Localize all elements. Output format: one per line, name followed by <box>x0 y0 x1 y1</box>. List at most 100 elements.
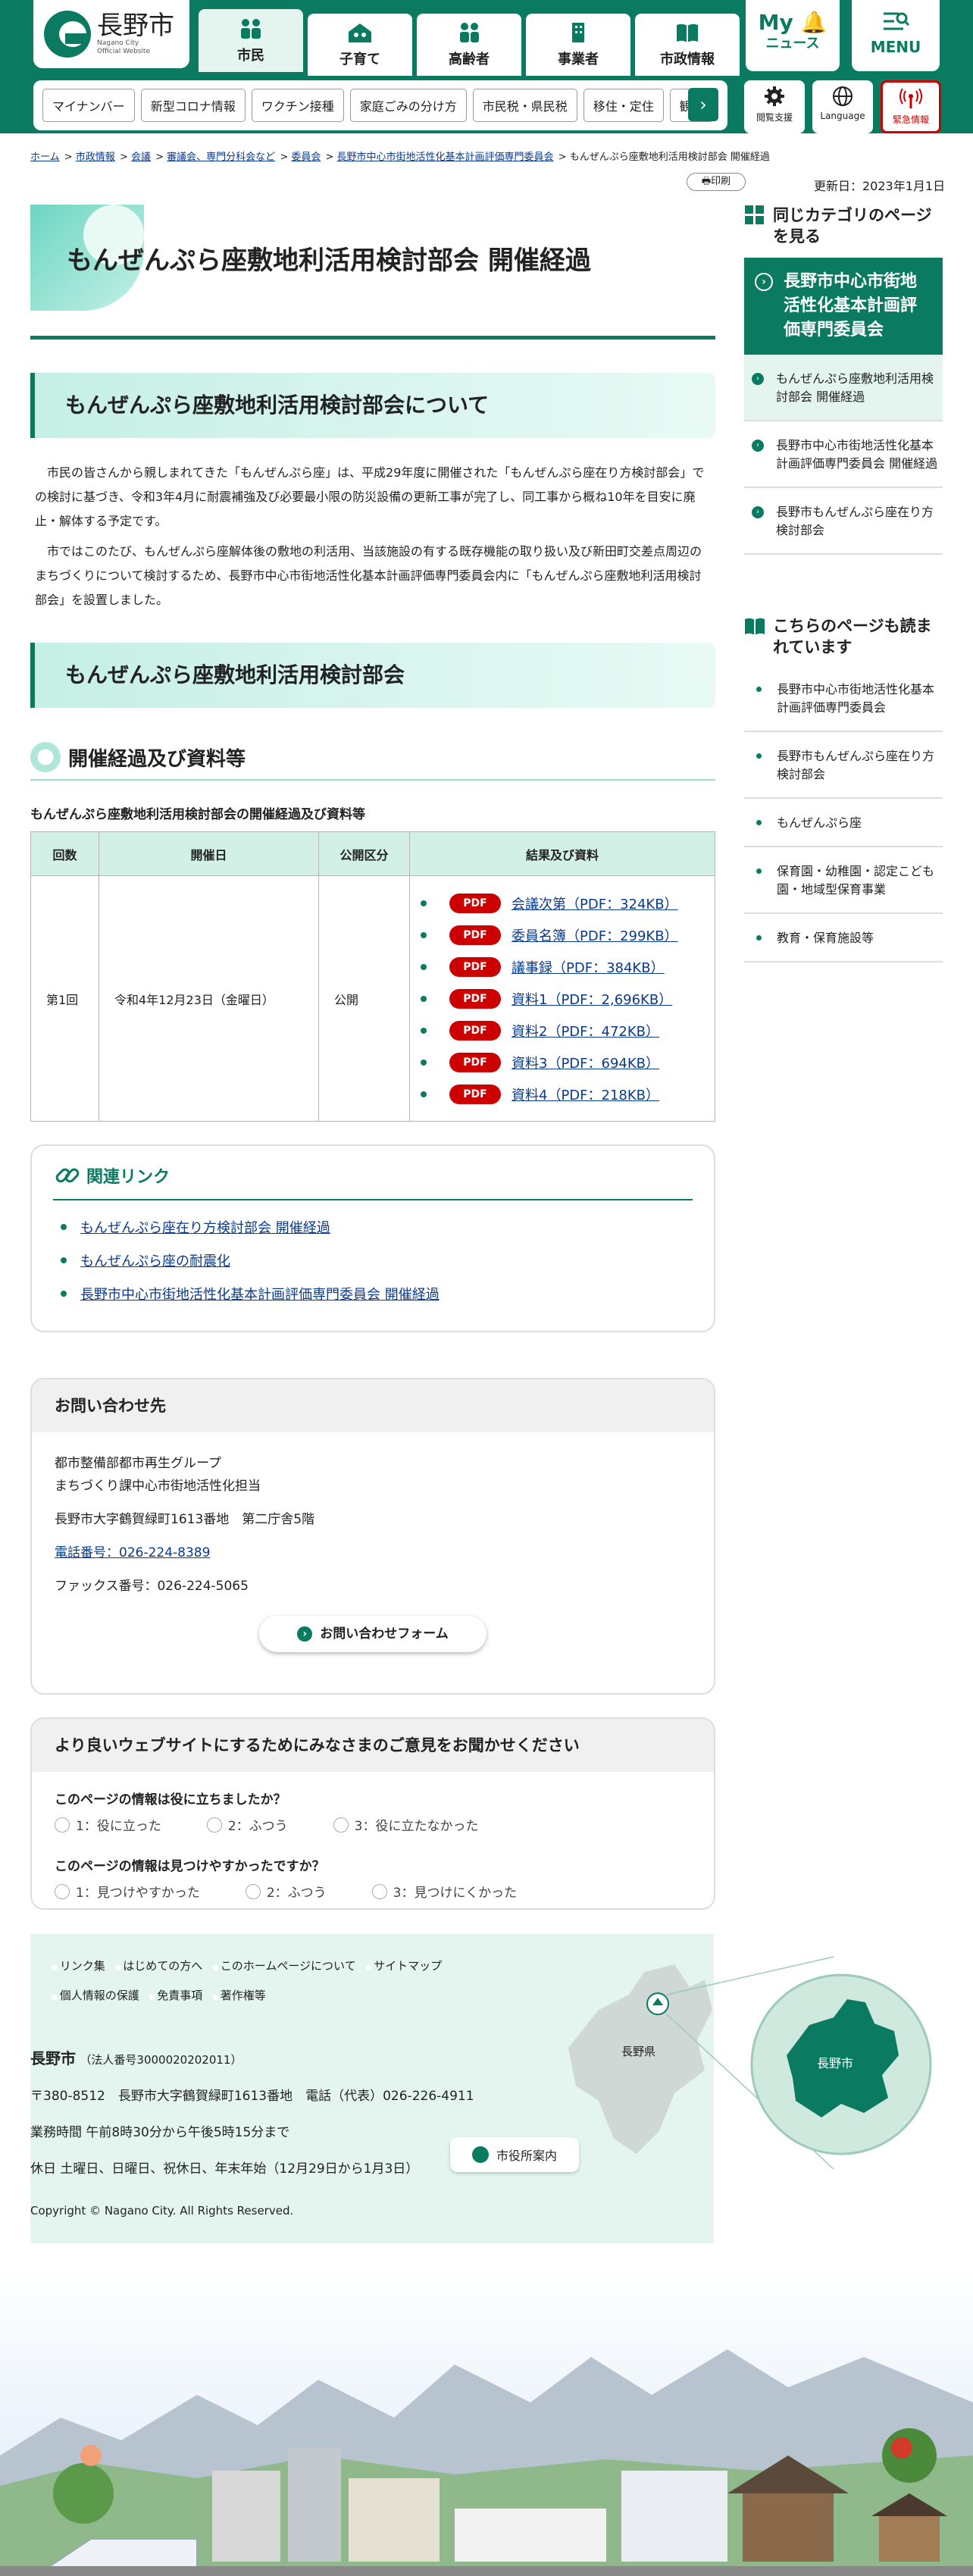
sidebar-item[interactable]: 保育園・幼稚園・認定こども園・地域型保育事業 <box>744 847 943 914</box>
sidebar-item-label: もんぜんぷら座 <box>777 815 862 830</box>
footer-links: リンク集 はじめての方へ このホームページについて サイトマップ 個人情報の保護… <box>52 1952 448 2011</box>
radio-button[interactable] <box>206 1817 222 1833</box>
arrow-right-icon: › <box>755 273 773 291</box>
tab-citizen[interactable]: 市民 <box>199 9 303 76</box>
arrow-right-icon: › <box>752 506 764 518</box>
footer-link[interactable]: 著作権等 <box>212 1989 266 2002</box>
sidebar-item[interactable]: › もんぜんぷら座敷地利活用検討部会 開催経過 <box>744 355 943 421</box>
breadcrumb-link[interactable]: 審議会、専門分科会など <box>167 152 275 163</box>
meetings-table: 回数 開催日 公開区分 結果及び資料 第1回 令和4年12月23日（金曜日） 公… <box>30 831 715 1122</box>
sidebar-item[interactable]: › 長野市中心市街地活性化基本計画評価専門委員会 開催経過 <box>744 421 943 488</box>
footer-link[interactable]: はじめての方へ <box>115 1959 203 1973</box>
bullet-icon <box>421 900 427 906</box>
list-item: PDF 会議次第（PDF：324KB） <box>421 887 699 919</box>
bullet-icon <box>756 753 762 759</box>
footer-link[interactable]: 個人情報の保護 <box>52 1989 139 2002</box>
survey-option[interactable]: 2：ふつう <box>245 1882 349 1901</box>
my-news-top: My <box>758 10 793 35</box>
my-news-button[interactable]: My 🔔 ニュース <box>746 0 840 71</box>
sidebar-item-label: 長野市中心市街地活性化基本計画評価専門委員会 <box>777 682 935 715</box>
tab-business[interactable]: 事業者 <box>526 14 630 76</box>
tab-city-info[interactable]: 市政情報 <box>635 14 740 76</box>
print-button[interactable]: 🖶印刷 <box>687 173 746 191</box>
audience-tabs: 市民 子育て 高齢者 事業者 市政情報 <box>199 9 744 76</box>
footer-link[interactable]: サイトマップ <box>365 1959 442 1973</box>
breadcrumb-link[interactable]: 長野市中心市街地活性化基本計画評価専門委員会 <box>337 152 554 163</box>
bullet-icon <box>421 931 427 938</box>
language-button[interactable]: Language <box>812 80 873 133</box>
sidebar-item[interactable]: 長野市中心市街地活性化基本計画評価専門委員会 <box>744 665 943 732</box>
bullet-icon <box>756 820 762 825</box>
footer-info: 長野市 （法人番号3000020202011） 〒380-8512 長野市大字鶴… <box>30 2040 474 2187</box>
breadcrumb-link[interactable]: 委員会 <box>291 152 321 163</box>
quick-link[interactable]: 移住・定住 <box>583 89 664 122</box>
bullet-icon <box>421 1091 427 1097</box>
radio-button[interactable] <box>55 1883 70 1899</box>
quick-link[interactable]: マイナンバー <box>42 89 135 122</box>
radio-button[interactable] <box>55 1817 70 1833</box>
breadcrumb-link[interactable]: ホーム <box>30 152 60 163</box>
sidebar-item[interactable]: もんぜんぷら座 <box>744 799 943 847</box>
contact-heading: お問い合わせ先 <box>32 1379 714 1432</box>
footer-link[interactable]: 免責事項 <box>149 1989 203 2002</box>
site-logo[interactable]: 長野市 Nagano City Official Website <box>33 0 189 68</box>
menu-button[interactable]: MENU <box>852 0 940 71</box>
survey-question: このページの情報は見つけやすかったですか？ <box>55 1859 325 1874</box>
access-support-button[interactable]: 閲覧支援 <box>744 80 805 133</box>
my-news-bottom: ニュース <box>765 36 820 52</box>
radio-button[interactable] <box>245 1883 261 1899</box>
tab-label: 市政情報 <box>660 52 715 67</box>
related-link[interactable]: 長野市中心市街地活性化基本計画評価専門委員会 開催経過 <box>80 1284 440 1304</box>
quick-links-next-button[interactable]: › <box>688 88 718 121</box>
footer-link[interactable]: リンク集 <box>52 1959 105 1973</box>
sidebar-item[interactable]: 教育・保育施設等 <box>744 914 943 962</box>
quick-link[interactable]: 市民税・県民税 <box>472 89 577 122</box>
sidebar-item[interactable]: 長野市もんぜんぷら座在り方検討部会 <box>744 732 943 799</box>
bullet-icon <box>756 935 762 941</box>
quick-link[interactable]: ワクチン接種 <box>251 89 344 122</box>
breadcrumb-link[interactable]: 市政情報 <box>76 152 115 163</box>
tab-childcare[interactable]: 子育て <box>308 14 412 76</box>
pdf-badge: PDF <box>449 893 501 913</box>
quick-link[interactable]: 新型コロナ情報 <box>140 89 246 122</box>
document-link[interactable]: 会議次第（PDF：324KB） <box>512 894 678 913</box>
document-link[interactable]: 委員名簿（PDF：299KB） <box>512 925 678 945</box>
document-link[interactable]: 資料3（PDF：694KB） <box>512 1053 659 1072</box>
sidebar-heading-text: 同じカテゴリのページを見る <box>773 206 932 246</box>
survey-option[interactable]: 1：役に立った <box>55 1815 184 1834</box>
emergency-info-button[interactable]: 緊急情報 <box>881 80 941 133</box>
contact-form-button[interactable]: › お問い合わせフォーム <box>259 1616 486 1652</box>
subsection-heading-text: 開催経過及び資料等 <box>68 747 246 771</box>
link-chain-icon <box>55 1168 80 1183</box>
survey-option[interactable]: 2：ふつう <box>206 1815 311 1834</box>
footer-link[interactable]: このホームページについて <box>212 1959 356 1973</box>
document-link[interactable]: 資料2（PDF：472KB） <box>512 1021 659 1041</box>
radio-button[interactable] <box>371 1883 387 1899</box>
tab-elderly[interactable]: 高齢者 <box>417 14 521 76</box>
survey-option[interactable]: 3：見つけにくかった <box>371 1882 540 1901</box>
sidebar-current-category[interactable]: › 長野市中心市街地活性化基本計画評価専門委員会 <box>744 258 943 355</box>
survey-option[interactable]: 1：見つけやすかった <box>55 1882 223 1901</box>
radio-button[interactable] <box>333 1817 349 1833</box>
related-link[interactable]: もんぜんぷら座在り方検討部会 開催経過 <box>80 1217 330 1237</box>
list-item: PDF 議事録（PDF：384KB） <box>421 951 699 983</box>
bullet-icon <box>61 1224 67 1230</box>
option-label: 3：役に立たなかった <box>354 1819 479 1834</box>
sidebar-item[interactable]: › 長野市もんぜんぷら座在り方検討部会 <box>744 488 943 555</box>
public-status: 公開 <box>318 875 410 1122</box>
option-label: 2：ふつう <box>227 1819 288 1834</box>
contact-form-label: お問い合わせフォーム <box>320 1626 449 1642</box>
document-link[interactable]: 資料4（PDF：218KB） <box>512 1085 659 1104</box>
page-title: もんぜんぷら座敷地利活用検討部会 開催経過 <box>67 246 591 276</box>
breadcrumb-link[interactable]: 会議 <box>131 152 151 163</box>
related-link[interactable]: もんぜんぷら座の耐震化 <box>80 1250 230 1270</box>
contact-phone-link[interactable]: 電話番号：026-224-8389 <box>55 1545 210 1560</box>
footer-org-name: 長野市 <box>30 2049 76 2067</box>
feedback-survey: より良いウェブサイトにするためにみなさまのご意見をお聞かせください このページの… <box>30 1717 715 1910</box>
quick-link[interactable]: 家庭ごみの分け方 <box>349 89 467 122</box>
chevron-right-icon: › <box>699 94 707 115</box>
option-label: 1：役に立った <box>76 1819 161 1834</box>
survey-option[interactable]: 3：役に立たなかった <box>333 1815 502 1834</box>
document-link[interactable]: 資料1（PDF：2,696KB） <box>512 989 672 1009</box>
document-link[interactable]: 議事録（PDF：384KB） <box>512 957 665 977</box>
